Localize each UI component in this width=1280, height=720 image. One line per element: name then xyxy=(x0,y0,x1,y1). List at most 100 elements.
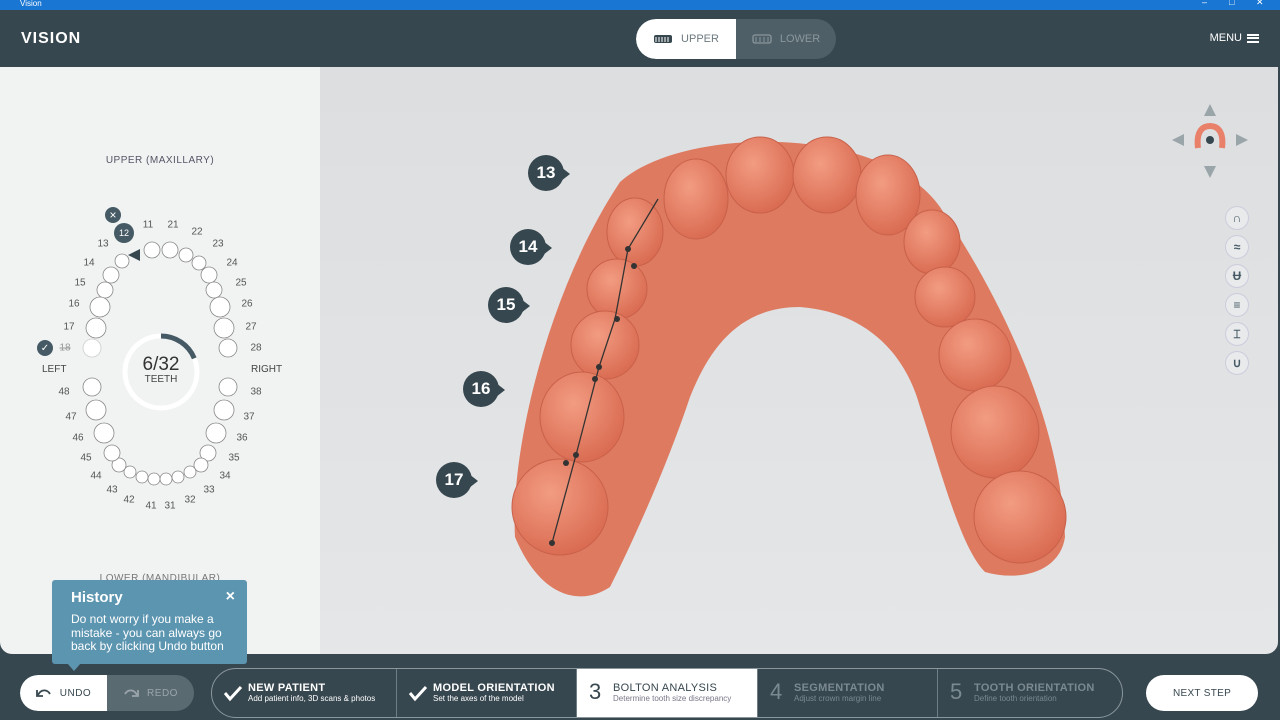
tooth-22[interactable] xyxy=(178,247,194,263)
tooth-24[interactable] xyxy=(200,266,218,284)
history-text: Do not worry if you make a mistake - you… xyxy=(71,612,224,653)
open-jaws-icon[interactable]: ⌶ xyxy=(1226,323,1248,345)
tooth-11[interactable] xyxy=(143,241,161,259)
tooth-label-32: 32 xyxy=(184,494,196,506)
tooth-label-25: 25 xyxy=(235,277,247,289)
tooth-21[interactable] xyxy=(161,241,179,259)
tooth-14[interactable] xyxy=(102,266,120,284)
tooth-label-28: 28 xyxy=(250,342,262,354)
dental-model[interactable] xyxy=(320,67,1278,654)
tooth-marker-15[interactable]: 15 xyxy=(488,287,530,323)
tooth-15[interactable] xyxy=(96,281,114,299)
tooth-marker-13[interactable]: 13 xyxy=(528,155,570,191)
step-subtitle: Adjust crown margin line xyxy=(794,694,882,703)
tooth-23[interactable] xyxy=(191,255,207,271)
workflow-steps: NEW PATIENT Add patient info, 3D scans &… xyxy=(211,668,1123,718)
redo-button[interactable]: REDO xyxy=(107,675,194,711)
tooth-33[interactable] xyxy=(183,465,197,479)
tooth-label-35: 35 xyxy=(228,452,240,464)
tooth-label-27: 27 xyxy=(245,321,257,333)
tooth-label-45: 45 xyxy=(80,452,92,464)
check-icon[interactable]: ✓ xyxy=(37,340,53,356)
step-new-patient[interactable]: NEW PATIENT Add patient info, 3D scans &… xyxy=(212,669,396,717)
tooth-label-18: 18 xyxy=(59,342,71,354)
tooth-48[interactable] xyxy=(82,377,102,397)
tooth-34[interactable] xyxy=(193,457,209,473)
redo-label: REDO xyxy=(147,687,178,699)
tooth-37[interactable] xyxy=(213,399,235,421)
tooth-marker-17[interactable]: 17 xyxy=(436,462,478,498)
tooth-47[interactable] xyxy=(85,399,107,421)
undo-icon xyxy=(35,689,51,697)
next-step-button[interactable]: NEXT STEP xyxy=(1146,675,1258,711)
tooth-label-42: 42 xyxy=(123,494,135,506)
undo-button[interactable]: UNDO xyxy=(20,675,107,711)
tooth-31[interactable] xyxy=(159,472,173,486)
step-bolton-analysis[interactable]: 3 BOLTON ANALYSIS Determine tooth size d… xyxy=(576,669,757,717)
tooth-28[interactable] xyxy=(218,338,238,358)
tooth-26[interactable] xyxy=(209,296,231,318)
window-title: Vision xyxy=(20,0,42,8)
lower-jaw-label: LOWER xyxy=(779,33,821,45)
view-navigation-icon[interactable] xyxy=(1170,102,1250,182)
tooth-18[interactable] xyxy=(82,338,102,358)
lower-view-icon[interactable]: ∪ xyxy=(1226,352,1248,374)
tooth-27[interactable] xyxy=(213,317,235,339)
both-jaws-icon[interactable]: ≡ xyxy=(1226,294,1248,316)
arch-view-icon[interactable]: ∩ xyxy=(1226,207,1248,229)
vision-logo: VISION xyxy=(21,30,82,47)
tooth-label-26: 26 xyxy=(241,298,253,310)
tooth-13[interactable] xyxy=(114,253,130,269)
selected-tooth-badge[interactable]: 12 xyxy=(114,223,134,243)
history-title: History xyxy=(71,589,123,606)
undo-redo-group: UNDO REDO xyxy=(20,675,194,711)
tooth-label-17: 17 xyxy=(63,321,75,333)
step-segmentation[interactable]: 4 SEGMENTATION Adjust crown margin line xyxy=(757,669,937,717)
tooth-25[interactable] xyxy=(205,281,223,299)
step-title: MODEL ORIENTATION xyxy=(433,682,555,694)
history-tooltip: History × Do not worry if you make a mis… xyxy=(52,580,247,671)
tooth-46[interactable] xyxy=(93,422,115,444)
tooth-label-15: 15 xyxy=(74,277,86,289)
step-title: SEGMENTATION xyxy=(794,682,885,694)
step-subtitle: Add patient info, 3D scans & photos xyxy=(248,694,376,703)
step-subtitle: Set the axes of the model xyxy=(433,694,524,703)
tooth-marker-14[interactable]: 14 xyxy=(510,229,552,265)
tooth-45[interactable] xyxy=(103,444,121,462)
tooth-label-23: 23 xyxy=(212,238,224,250)
close-icon[interactable]: × xyxy=(226,588,235,606)
step-title: BOLTON ANALYSIS xyxy=(613,682,718,694)
tooth-marker-16[interactable]: 16 xyxy=(463,371,505,407)
step-subtitle: Determine tooth size discrepancy xyxy=(613,694,732,703)
tooth-label-44: 44 xyxy=(90,470,102,482)
tooth-label-46: 46 xyxy=(72,432,84,444)
3d-viewport[interactable]: 13 14 15 16 17 ∩ ≈ Ʉ ≡ ⌶ ∪ xyxy=(320,67,1278,654)
tooth-17[interactable] xyxy=(85,317,107,339)
tooth-41[interactable] xyxy=(147,472,161,486)
tooth-label-11: 11 xyxy=(142,219,154,231)
step-complete-icon xyxy=(223,685,243,702)
menu-label: MENU xyxy=(1209,32,1242,44)
front-view-icon[interactable]: ≈ xyxy=(1226,236,1248,258)
side-view-icon[interactable]: Ʉ xyxy=(1226,265,1248,287)
step-tooth-orientation[interactable]: 5 TOOTH ORIENTATION Define tooth orienta… xyxy=(937,669,1122,717)
tooth-36[interactable] xyxy=(205,422,227,444)
step-model-orientation[interactable]: MODEL ORIENTATION Set the axes of the mo… xyxy=(396,669,576,717)
maximize-icon[interactable]: □ xyxy=(1229,0,1234,7)
tooth-42[interactable] xyxy=(135,470,149,484)
menu-button[interactable]: MENU xyxy=(1210,32,1259,44)
tooth-label-31: 31 xyxy=(164,500,176,512)
tooth-16[interactable] xyxy=(89,296,111,318)
remove-icon[interactable]: × xyxy=(105,207,121,223)
lower-jaw-button[interactable]: LOWER xyxy=(736,19,836,59)
tooth-38[interactable] xyxy=(218,377,238,397)
close-window-icon[interactable]: ✕ xyxy=(1256,0,1264,8)
minimize-icon[interactable]: – xyxy=(1202,0,1207,7)
tooth-32[interactable] xyxy=(171,470,185,484)
upper-jaw-button[interactable]: UPPER xyxy=(636,19,736,59)
tooth-label-37: 37 xyxy=(243,411,255,423)
tooth-label-16: 16 xyxy=(68,298,80,310)
step-number: 3 xyxy=(589,679,602,704)
jaw-toggle: UPPER LOWER xyxy=(636,19,836,59)
selected-tooth-indicator xyxy=(128,249,140,261)
